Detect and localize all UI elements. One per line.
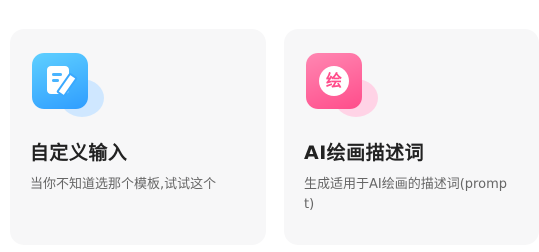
template-card-ai-painting-prompt[interactable]: 绘 AI绘画描述词 生成适用于AI绘画的描述词(prompt) bbox=[284, 29, 539, 245]
icon-tile: 绘 bbox=[306, 53, 362, 109]
template-card-grid: 自定义输入 当你不知道选那个模板,试试这个 绘 AI绘画描述词 生成适用于AI绘… bbox=[0, 0, 539, 252]
template-card-custom-input[interactable]: 自定义输入 当你不知道选那个模板,试试这个 bbox=[10, 29, 266, 245]
edit-document-icon bbox=[32, 53, 104, 117]
painting-badge-icon: 绘 bbox=[306, 53, 378, 117]
card-title: 自定义输入 bbox=[30, 142, 128, 164]
card-description: 当你不知道选那个模板,试试这个 bbox=[30, 177, 217, 192]
icon-tile bbox=[32, 53, 88, 109]
painting-glyph: 绘 bbox=[319, 66, 349, 96]
card-description: 生成适用于AI绘画的描述词(prompt) bbox=[304, 177, 507, 212]
card-title: AI绘画描述词 bbox=[304, 142, 425, 164]
